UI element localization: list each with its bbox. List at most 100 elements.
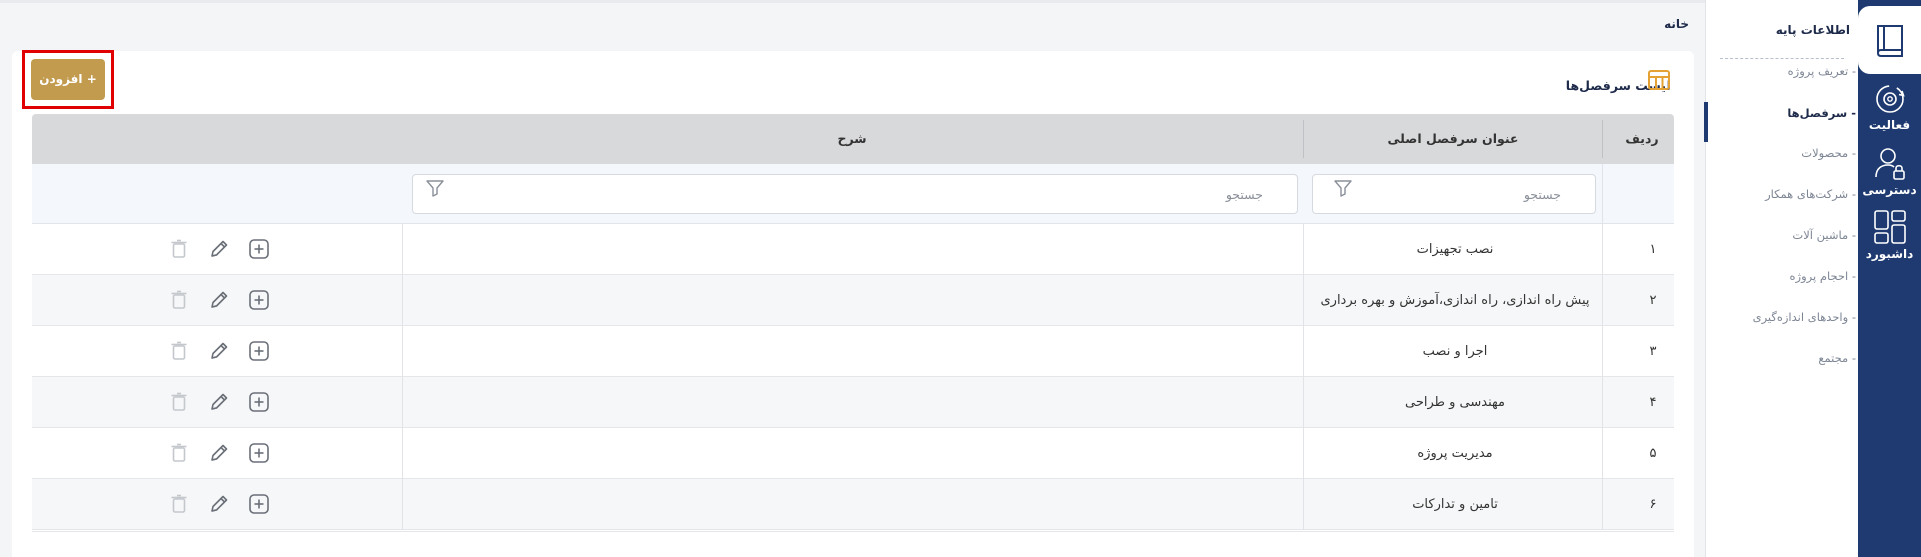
row-number: ۵ (1649, 446, 1657, 461)
sidebar-section-title[interactable]: اطلاعات پایه (1776, 23, 1850, 37)
delete-icon[interactable] (168, 238, 192, 262)
row-divider (402, 224, 403, 275)
row-description (412, 326, 1292, 377)
sidebar-item[interactable]: - شرکت‌های همکار (1706, 184, 1856, 204)
row-divider (1303, 377, 1304, 428)
filter-funnel-icon[interactable] (425, 178, 445, 198)
sidebar-item[interactable]: - احجام پروژه (1706, 266, 1857, 286)
edit-pencil-icon[interactable] (208, 238, 232, 262)
row-description (412, 428, 1292, 479)
row-title: تامین و تدارکات (1412, 497, 1498, 512)
rail-label-activity: فعالیت (1868, 118, 1911, 132)
header-divider (1303, 120, 1304, 158)
row-divider (1303, 428, 1304, 479)
sidebar-item[interactable]: - تعریف پروژه (1706, 61, 1856, 81)
title-search-input[interactable] (1313, 175, 1595, 213)
sidebar-item-bullet: - (1848, 146, 1856, 160)
sidebar-item[interactable]: - محصولات (1706, 143, 1856, 163)
edit-pencil-icon[interactable] (208, 289, 232, 313)
description-search-input[interactable] (413, 175, 1297, 213)
delete-icon[interactable] (168, 493, 192, 517)
row-title: پیش راه اندازی، راه اندازی،آموزش و بهره … (1320, 293, 1590, 308)
rail-item-access[interactable]: دسترسی (1858, 145, 1921, 197)
table-row: ۳ اجرا و نصب (32, 326, 1674, 377)
sidebar-item-bullet: - (1848, 269, 1856, 283)
add-subitem-icon[interactable] (248, 442, 272, 466)
header-description[interactable]: شرح (402, 114, 1302, 164)
secondary-sidebar: اطلاعات پایه - تعریف پروژه - سرفصل‌ها - … (1705, 0, 1858, 557)
header-divider (1602, 120, 1603, 158)
filter-funnel-icon[interactable] (1333, 178, 1353, 198)
header-title[interactable]: عنوان سرفصل اصلی (1304, 114, 1602, 164)
filter-divider (1602, 164, 1603, 224)
add-subitem-icon[interactable] (248, 340, 272, 364)
sidebar-item-bullet: - (1848, 64, 1856, 78)
row-number: ۶ (1649, 497, 1657, 512)
add-subitem-icon[interactable] (248, 289, 272, 313)
add-subitem-icon[interactable] (248, 493, 272, 517)
row-description (412, 275, 1292, 326)
edit-pencil-icon[interactable] (208, 340, 232, 364)
rail-item-book[interactable] (1858, 20, 1921, 62)
sidebar-active-indicator (1704, 102, 1708, 142)
table-row: ۵ مدیریت پروژه (32, 428, 1674, 479)
breadcrumb[interactable]: خانه (1664, 17, 1689, 31)
sidebar-item-bullet: - (1848, 228, 1856, 242)
sidebar-item[interactable]: - واحدهای اندازه‌گیری (1706, 307, 1856, 327)
gear-cycle-icon (1875, 85, 1905, 113)
row-divider (1602, 326, 1603, 377)
sidebar-item[interactable]: - سرفصل‌ها (1706, 103, 1856, 123)
sidebar-item-bullet: - (1847, 106, 1856, 120)
table-row: ۲ پیش راه اندازی، راه اندازی،آموزش و بهره… (32, 275, 1674, 326)
sidebar-item-label: احجام پروژه (1789, 269, 1849, 283)
description-filter-box (412, 174, 1298, 214)
edit-pencil-icon[interactable] (208, 493, 232, 517)
row-divider (1303, 479, 1304, 530)
top-strip (0, 0, 1705, 3)
row-number: ۳ (1649, 344, 1657, 359)
header-row-number: ردیف (1625, 131, 1659, 146)
book-icon (1876, 25, 1903, 57)
delete-icon[interactable] (168, 289, 192, 313)
sidebar-item-label: شرکت‌های همکار (1765, 187, 1849, 201)
sidebar-item-label: محصولات (1801, 146, 1849, 160)
sidebar-item[interactable]: - مجتمع (1706, 348, 1856, 368)
table-header: ردیف عنوان سرفصل اصلی شرح (32, 114, 1674, 164)
sidebar-item-bullet: - (1848, 187, 1856, 201)
sidebar-item-label: واحدهای اندازه‌گیری (1752, 310, 1849, 324)
delete-icon[interactable] (168, 340, 192, 364)
rail-item-dashboard[interactable]: داشبورد (1858, 209, 1921, 261)
sidebar-item-label: تعریف پروژه (1787, 64, 1849, 78)
row-divider (402, 479, 403, 530)
add-subitem-icon[interactable] (248, 391, 272, 415)
sidebar-item-label: ماشین آلات (1792, 228, 1849, 242)
delete-icon[interactable] (168, 391, 192, 415)
row-number: ۱ (1649, 242, 1657, 257)
row-description (412, 377, 1292, 428)
rail-label-access: دسترسی (1862, 183, 1917, 197)
table-layout-icon (1648, 70, 1670, 90)
row-divider (1303, 275, 1304, 326)
table-row: ۴ مهندسی و طراحی (32, 377, 1674, 428)
rail-item-activity[interactable]: فعالیت (1858, 82, 1921, 132)
row-number: ۴ (1649, 395, 1657, 410)
edit-pencil-icon[interactable] (208, 391, 232, 415)
sidebar-item-bullet: - (1848, 310, 1856, 324)
table-row: ۱ نصب تجهیزات (32, 224, 1674, 275)
edit-pencil-icon[interactable] (208, 442, 232, 466)
row-title: نصب تجهیزات (1416, 242, 1494, 257)
row-description (412, 479, 1292, 530)
row-divider (402, 275, 403, 326)
row-divider (402, 326, 403, 377)
delete-icon[interactable] (168, 442, 192, 466)
sidebar-item[interactable]: - ماشین آلات (1706, 225, 1856, 245)
row-divider (1602, 479, 1603, 530)
user-lock-icon (1874, 148, 1905, 180)
add-button[interactable]: + افزودن (31, 59, 105, 100)
table-bottom-border (32, 531, 1674, 532)
add-subitem-icon[interactable] (248, 238, 272, 262)
row-divider (1602, 377, 1603, 428)
rail-label-dashboard: داشبورد (1865, 247, 1914, 261)
row-title: اجرا و نصب (1422, 344, 1488, 359)
row-divider (1303, 224, 1304, 275)
